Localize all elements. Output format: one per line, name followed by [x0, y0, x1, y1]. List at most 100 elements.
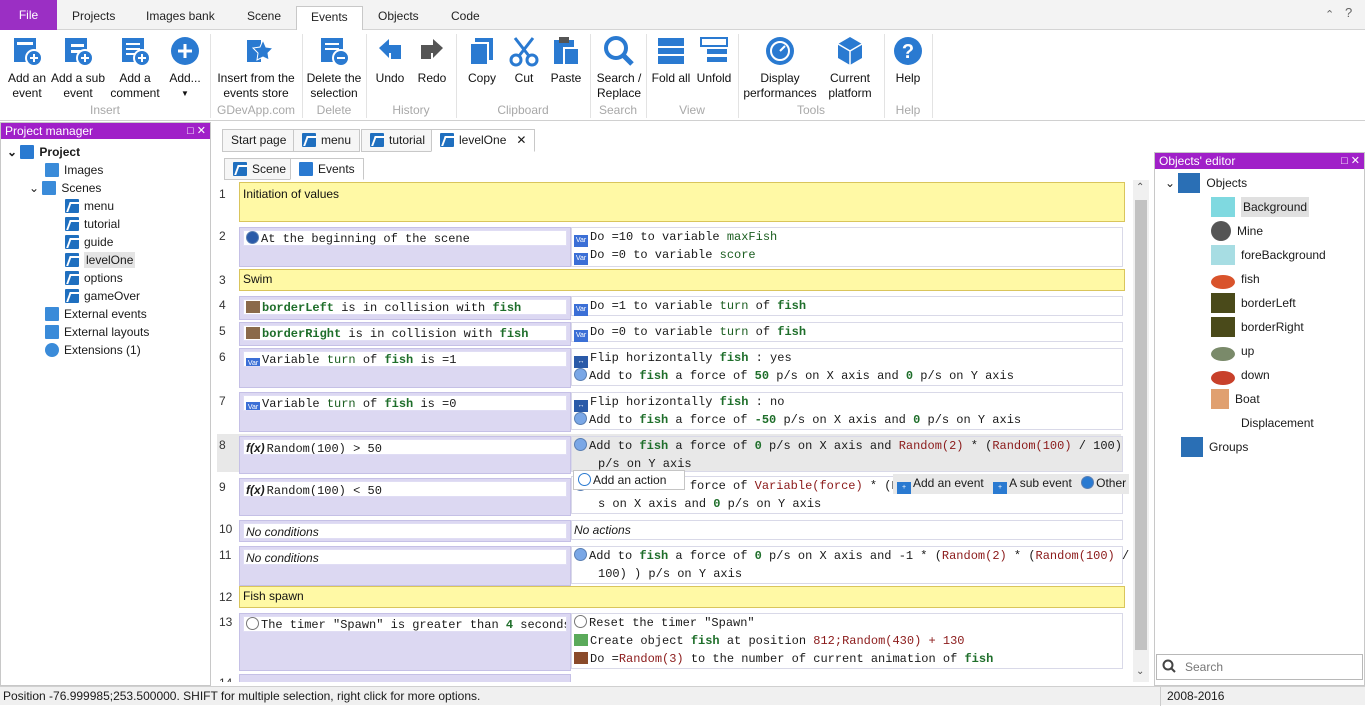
action[interactable]: Do =Random(3) to the number of current a…: [572, 650, 1122, 668]
condition[interactable]: borderRight is in collision with fish: [243, 325, 567, 341]
object-item-up[interactable]: up: [1211, 340, 1254, 362]
events-scrollbar[interactable]: ⌃ ⌄: [1133, 180, 1149, 682]
comment-event[interactable]: Initiation of values: [239, 182, 1125, 222]
action[interactable]: Var Do =0 to variable turn of fish: [572, 323, 1122, 342]
action[interactable]: Reset the timer "Spawn": [572, 614, 1122, 632]
object-item-borderleft[interactable]: borderLeft: [1211, 292, 1296, 314]
event-conditions[interactable]: borderRight is in collision with fish: [239, 322, 571, 346]
tab-images-bank[interactable]: Images bank: [132, 6, 229, 28]
collapse-icon[interactable]: ⌄: [1165, 176, 1178, 190]
cut-button[interactable]: Cut: [504, 34, 544, 86]
condition[interactable]: f(x) Random(100) > 50: [243, 439, 567, 455]
action[interactable]: Create object fish at position 812;Rando…: [572, 632, 1122, 650]
tree-item-scene-guide[interactable]: guide: [65, 233, 113, 251]
action[interactable]: Var Do =10 to variable maxFish: [572, 228, 1122, 247]
tab-tutorial[interactable]: tutorial: [361, 129, 435, 152]
insert-from-store-button[interactable]: Insert from the events store: [214, 34, 298, 101]
add-more-button[interactable]: Add... ▼: [164, 34, 206, 101]
tab-objects[interactable]: Objects: [364, 6, 433, 28]
event-conditions[interactable]: f(x) Random(100) > 50: [239, 436, 571, 474]
panel-buttons[interactable]: □ ✕: [1341, 153, 1360, 169]
event-conditions[interactable]: The timer "Spawn" is greater than 4 seco…: [239, 613, 571, 671]
tab-menu[interactable]: menu: [293, 129, 361, 152]
event-conditions[interactable]: f(x) Random(100) < 50: [239, 478, 571, 516]
add-other-link[interactable]: Other: [1081, 476, 1126, 490]
groups-root[interactable]: Groups: [1181, 436, 1248, 458]
current-platform-button[interactable]: Current platform: [820, 34, 880, 101]
event-actions[interactable]: No actions: [571, 520, 1123, 540]
event-actions[interactable]: Var Do =0 to variable turn of fish: [571, 322, 1123, 342]
help-icon[interactable]: ?: [1345, 5, 1352, 20]
action[interactable]: Var Do =1 to variable turn of fish: [572, 297, 1122, 316]
display-performances-button[interactable]: Display performances: [742, 34, 818, 101]
tree-item-scene-gameover[interactable]: gameOver: [65, 287, 140, 305]
tab-start-page[interactable]: Start page: [222, 129, 296, 152]
comment-event[interactable]: Fish spawn: [239, 586, 1125, 608]
collapse-icon[interactable]: ⌄: [7, 145, 20, 159]
tab-events[interactable]: Events: [296, 6, 363, 31]
event-actions[interactable]: ↔ Flip horizontally fish : no Add to fish…: [571, 392, 1123, 430]
tree-item-scene-options[interactable]: options: [65, 269, 123, 287]
condition[interactable]: Var Variable turn of fish is =0: [243, 395, 567, 411]
close-tab-icon[interactable]: ✕: [516, 133, 526, 147]
add-event-link[interactable]: + Add an event: [897, 476, 984, 494]
action[interactable]: ↔ Flip horizontally fish : no: [572, 393, 1122, 412]
copy-button[interactable]: Copy: [462, 34, 502, 86]
scroll-up-icon[interactable]: ⌃: [1136, 182, 1144, 193]
event-actions[interactable]: Add to fish a force of 0 p/s on X axis a…: [571, 436, 1123, 472]
search-replace-button[interactable]: Search / Replace: [594, 34, 644, 101]
condition[interactable]: f(x) Random(100) < 50: [243, 481, 567, 497]
event-conditions[interactable]: borderLeft is in collision with fish: [239, 296, 571, 320]
action[interactable]: Add to fish a force of -50 p/s on X axis…: [572, 411, 1122, 429]
event-conditions[interactable]: Var Variable turn of fish is =0: [239, 392, 571, 432]
action[interactable]: ↔ Flip horizontally fish : yes: [572, 349, 1122, 368]
add-action-popup[interactable]: Add an action: [573, 470, 685, 490]
tree-item-scenes[interactable]: ⌄ Scenes: [29, 179, 101, 197]
tree-item-images[interactable]: Images: [45, 161, 103, 179]
tree-item-external-events[interactable]: External events: [45, 305, 147, 323]
condition[interactable]: Var Variable turn of fish is =1: [243, 351, 567, 367]
subtab-events[interactable]: Events: [290, 158, 364, 180]
action[interactable]: Add to fish a force of 0 p/s on X axis a…: [572, 437, 1122, 455]
object-item-boat[interactable]: Boat: [1211, 388, 1260, 410]
object-item-mine[interactable]: Mine: [1211, 220, 1263, 242]
subtab-scene[interactable]: Scene: [224, 158, 296, 180]
unfold-button[interactable]: Unfold: [694, 34, 734, 86]
object-item-background[interactable]: Background: [1211, 196, 1310, 218]
tree-item-scene-levelone[interactable]: levelOne: [65, 251, 136, 269]
event-conditions[interactable]: No conditions: [239, 520, 571, 542]
no-actions-label[interactable]: No actions: [572, 521, 1122, 539]
add-sub-event-link[interactable]: + A sub event: [993, 476, 1072, 494]
add-event-button[interactable]: Add an event: [4, 34, 50, 101]
minimize-ribbon-icon[interactable]: ⌃: [1325, 8, 1334, 21]
tab-scene[interactable]: Scene: [233, 6, 295, 28]
action[interactable]: Var Do =0 to variable score: [572, 246, 1122, 265]
object-item-down[interactable]: down: [1211, 364, 1270, 386]
tree-item-project[interactable]: ⌄ Project: [7, 143, 80, 161]
tab-projects[interactable]: Projects: [58, 6, 129, 28]
event-actions[interactable]: Add to fish a force of 0 p/s on X axis a…: [571, 546, 1129, 584]
condition[interactable]: The timer "Spawn" is greater than 4 seco…: [243, 616, 567, 632]
no-conditions-label[interactable]: No conditions: [243, 523, 567, 539]
condition[interactable]: borderLeft is in collision with fish: [243, 299, 567, 315]
tree-item-scene-menu[interactable]: menu: [65, 197, 114, 215]
scrollbar-thumb[interactable]: [1135, 200, 1147, 650]
tab-file[interactable]: File: [0, 0, 57, 30]
event-actions[interactable]: Reset the timer "Spawn" Create object fi…: [571, 613, 1123, 669]
event-actions[interactable]: Var Do =10 to variable maxFish Var Do =0 t…: [571, 227, 1123, 267]
tree-item-external-layouts[interactable]: External layouts: [45, 323, 149, 341]
no-conditions-label[interactable]: No conditions: [243, 549, 567, 565]
panel-buttons[interactable]: □ ✕: [187, 123, 206, 139]
undo-button[interactable]: Undo: [370, 34, 410, 86]
event-actions[interactable]: ↔ Flip horizontally fish : yes Add to fis…: [571, 348, 1123, 386]
object-item-borderright[interactable]: borderRight: [1211, 316, 1304, 338]
delete-selection-button[interactable]: Delete the selection: [304, 34, 364, 101]
action[interactable]: Add to fish a force of 50 p/s on X axis …: [572, 367, 1122, 385]
fold-all-button[interactable]: Fold all: [650, 34, 692, 86]
tree-item-scene-tutorial[interactable]: tutorial: [65, 215, 120, 233]
comment-event[interactable]: Swim: [239, 269, 1125, 291]
objects-root[interactable]: ⌄ Objects: [1165, 172, 1247, 194]
condition[interactable]: At the beginning of the scene: [243, 230, 567, 246]
tab-levelone[interactable]: levelOne ✕: [431, 129, 536, 152]
add-comment-button[interactable]: Add a comment: [106, 34, 164, 101]
